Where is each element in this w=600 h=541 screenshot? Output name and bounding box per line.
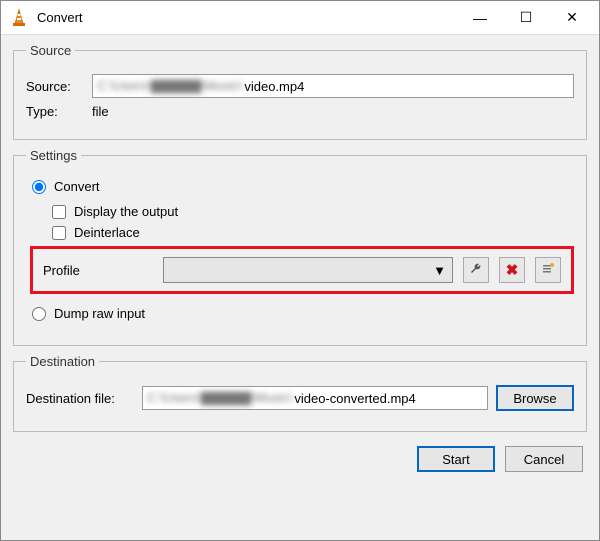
display-output-row[interactable]: Display the output [52, 204, 574, 219]
edit-profile-button[interactable] [463, 257, 489, 283]
deinterlace-checkbox[interactable] [52, 226, 66, 240]
vlc-cone-icon [9, 8, 29, 28]
type-value: file [92, 104, 109, 119]
dialog-content: Source Source: C:\Users\▇▇▇▇▇\Music\ vid… [1, 35, 599, 540]
destination-group: Destination Destination file: C:\Users\▇… [13, 354, 587, 432]
dump-radio[interactable] [32, 307, 46, 321]
new-profile-button[interactable] [535, 257, 561, 283]
profile-dropdown[interactable]: ▼ [163, 257, 453, 283]
source-path-visible: video.mp4 [244, 79, 304, 94]
display-output-label: Display the output [74, 204, 178, 219]
delete-profile-button[interactable]: ✖ [499, 257, 525, 283]
cancel-button[interactable]: Cancel [505, 446, 583, 472]
x-delete-icon: ✖ [506, 261, 519, 279]
source-path-field[interactable]: C:\Users\▇▇▇▇▇\Music\ video.mp4 [92, 74, 574, 98]
convert-radio-row[interactable]: Convert [32, 179, 574, 194]
dropdown-arrow-icon: ▼ [433, 263, 446, 278]
source-path-hidden: C:\Users\▇▇▇▇▇\Music\ [97, 78, 242, 94]
minimize-button[interactable]: — [457, 2, 503, 34]
window-controls: — ☐ ✕ [457, 2, 595, 34]
dialog-footer: Start Cancel [13, 440, 587, 472]
destination-legend: Destination [26, 354, 99, 369]
destination-path-visible: video-converted.mp4 [294, 391, 415, 406]
source-legend: Source [26, 43, 75, 58]
settings-legend: Settings [26, 148, 81, 163]
deinterlace-label: Deinterlace [74, 225, 140, 240]
settings-group: Settings Convert Display the output Dein… [13, 148, 587, 346]
wrench-icon [469, 262, 483, 279]
convert-radio-label: Convert [54, 179, 100, 194]
maximize-button[interactable]: ☐ [503, 2, 549, 34]
close-button[interactable]: ✕ [549, 2, 595, 34]
convert-radio[interactable] [32, 180, 46, 194]
destination-path-hidden: C:\Users\▇▇▇▇▇\Music\ [147, 390, 292, 406]
destination-path-field[interactable]: C:\Users\▇▇▇▇▇\Music\ video-converted.mp… [142, 386, 488, 410]
display-output-checkbox[interactable] [52, 205, 66, 219]
type-label: Type: [26, 104, 84, 119]
browse-button[interactable]: Browse [496, 385, 574, 411]
destination-label: Destination file: [26, 391, 134, 406]
window-title: Convert [37, 10, 457, 25]
list-new-icon [541, 262, 555, 279]
source-label: Source: [26, 79, 84, 94]
source-group: Source Source: C:\Users\▇▇▇▇▇\Music\ vid… [13, 43, 587, 140]
start-button[interactable]: Start [417, 446, 495, 472]
profile-row: Profile ▼ ✖ [30, 246, 574, 294]
dump-radio-label: Dump raw input [54, 306, 145, 321]
dump-radio-row[interactable]: Dump raw input [32, 306, 574, 321]
deinterlace-row[interactable]: Deinterlace [52, 225, 574, 240]
title-bar: Convert — ☐ ✕ [1, 1, 599, 35]
profile-label: Profile [43, 263, 153, 278]
